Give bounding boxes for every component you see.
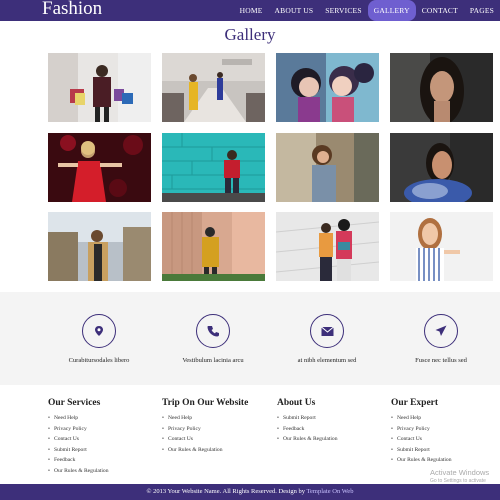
gallery-photo-teal-wall[interactable] bbox=[162, 133, 265, 202]
footer-link[interactable]: Privacy Policy bbox=[162, 424, 272, 435]
footer-col-trip: Trip On Our Website Need Help Privacy Po… bbox=[162, 398, 272, 455]
footer-link[interactable]: Privacy Policy bbox=[391, 424, 500, 435]
footer-link[interactable]: Our Rules & Regulation bbox=[277, 434, 387, 445]
nav-services[interactable]: SERVICES bbox=[319, 0, 367, 21]
service-text: Vestibulum lacinia arcu bbox=[182, 357, 244, 364]
footer-link[interactable]: Need Help bbox=[162, 413, 272, 424]
footer-link[interactable]: Our Rules & Regulation bbox=[48, 466, 158, 477]
send-icon bbox=[424, 314, 458, 348]
gallery-photo-dark-portrait[interactable] bbox=[390, 53, 493, 122]
nav-gallery[interactable]: GALLERY bbox=[367, 0, 416, 21]
gallery-title: Gallery bbox=[224, 25, 276, 44]
top-navbar: Fashion HOME ABOUT US SERVICES GALLERY C… bbox=[0, 0, 500, 21]
envelope-icon bbox=[310, 314, 344, 348]
footer-col-about-us: About Us Submit Report Feedback Our Rule… bbox=[277, 398, 387, 445]
gallery-photo-runway[interactable] bbox=[162, 53, 265, 122]
location-pin-icon bbox=[82, 314, 116, 348]
gallery-photo-colorful-couple[interactable] bbox=[276, 212, 379, 281]
footer-link[interactable]: Need Help bbox=[391, 413, 500, 424]
service-item: Curabitursodales libero bbox=[44, 314, 154, 364]
footer-link[interactable]: Feedback bbox=[277, 424, 387, 435]
footer-link[interactable]: Contact Us bbox=[391, 434, 500, 445]
footer-col-title: Our Expert bbox=[391, 398, 439, 408]
footer-link[interactable]: Our Rules & Regulation bbox=[391, 455, 500, 466]
footer-col-title: Trip On Our Website bbox=[162, 398, 249, 408]
service-item: Vestibulum lacinia arcu bbox=[158, 314, 268, 364]
service-text: Curabitursodales libero bbox=[68, 357, 130, 364]
footer-col-our-services: Our Services Need Help Privacy Policy Co… bbox=[48, 398, 158, 477]
footer-link[interactable]: Contact Us bbox=[48, 434, 158, 445]
service-item: Fusce nec tellus sed bbox=[386, 314, 496, 364]
gallery-photo-shopping-woman[interactable] bbox=[48, 53, 151, 122]
footer-col-title: Our Services bbox=[48, 398, 101, 408]
footer-link[interactable]: Submit Report bbox=[48, 445, 158, 456]
copyright-text: © 2013 Your Website Name. All Rights Res… bbox=[146, 488, 306, 495]
nav-pages[interactable]: PAGES bbox=[464, 0, 500, 21]
footer-link[interactable]: Our Rules & Regulation bbox=[162, 445, 272, 456]
nav-contact[interactable]: CONTACT bbox=[416, 0, 464, 21]
brand-logo[interactable]: Fashion bbox=[42, 0, 102, 20]
gallery-photo-striped-shirt[interactable] bbox=[390, 212, 493, 281]
footer-link[interactable]: Contact Us bbox=[162, 434, 272, 445]
services-strip: Curabitursodales libero Vestibulum lacin… bbox=[0, 292, 500, 385]
footer-link[interactable]: Feedback bbox=[48, 455, 158, 466]
footer-col-our-expert: Our Expert Need Help Privacy Policy Cont… bbox=[391, 398, 500, 466]
phone-icon bbox=[196, 314, 230, 348]
gallery-photo-yellow-coat[interactable] bbox=[162, 212, 265, 281]
copyright-bar: © 2013 Your Website Name. All Rights Res… bbox=[0, 484, 500, 500]
main-nav: HOME ABOUT US SERVICES GALLERY CONTACT P… bbox=[234, 0, 500, 21]
footer-link[interactable]: Submit Report bbox=[277, 413, 387, 424]
nav-home[interactable]: HOME bbox=[234, 0, 269, 21]
footer-link[interactable]: Privacy Policy bbox=[48, 424, 158, 435]
service-text: at nibh elementum sed bbox=[297, 357, 357, 364]
gallery-photo-two-models[interactable] bbox=[276, 53, 379, 122]
gallery-photo-red-dress[interactable] bbox=[48, 133, 151, 202]
footer-col-title: About Us bbox=[277, 398, 316, 408]
watermark-line-1: Activate Windows bbox=[430, 468, 490, 477]
service-item: at nibh elementum sed bbox=[272, 314, 382, 364]
designer-link[interactable]: Template On Web bbox=[307, 488, 354, 495]
gallery-photo-street-man[interactable] bbox=[48, 212, 151, 281]
footer-link[interactable]: Submit Report bbox=[391, 445, 500, 456]
gallery-photo-fur-portrait[interactable] bbox=[390, 133, 493, 202]
footer-link[interactable]: Need Help bbox=[48, 413, 158, 424]
nav-about-us[interactable]: ABOUT US bbox=[269, 0, 320, 21]
service-text: Fusce nec tellus sed bbox=[415, 357, 467, 364]
gallery-photo-stone-wall[interactable] bbox=[276, 133, 379, 202]
